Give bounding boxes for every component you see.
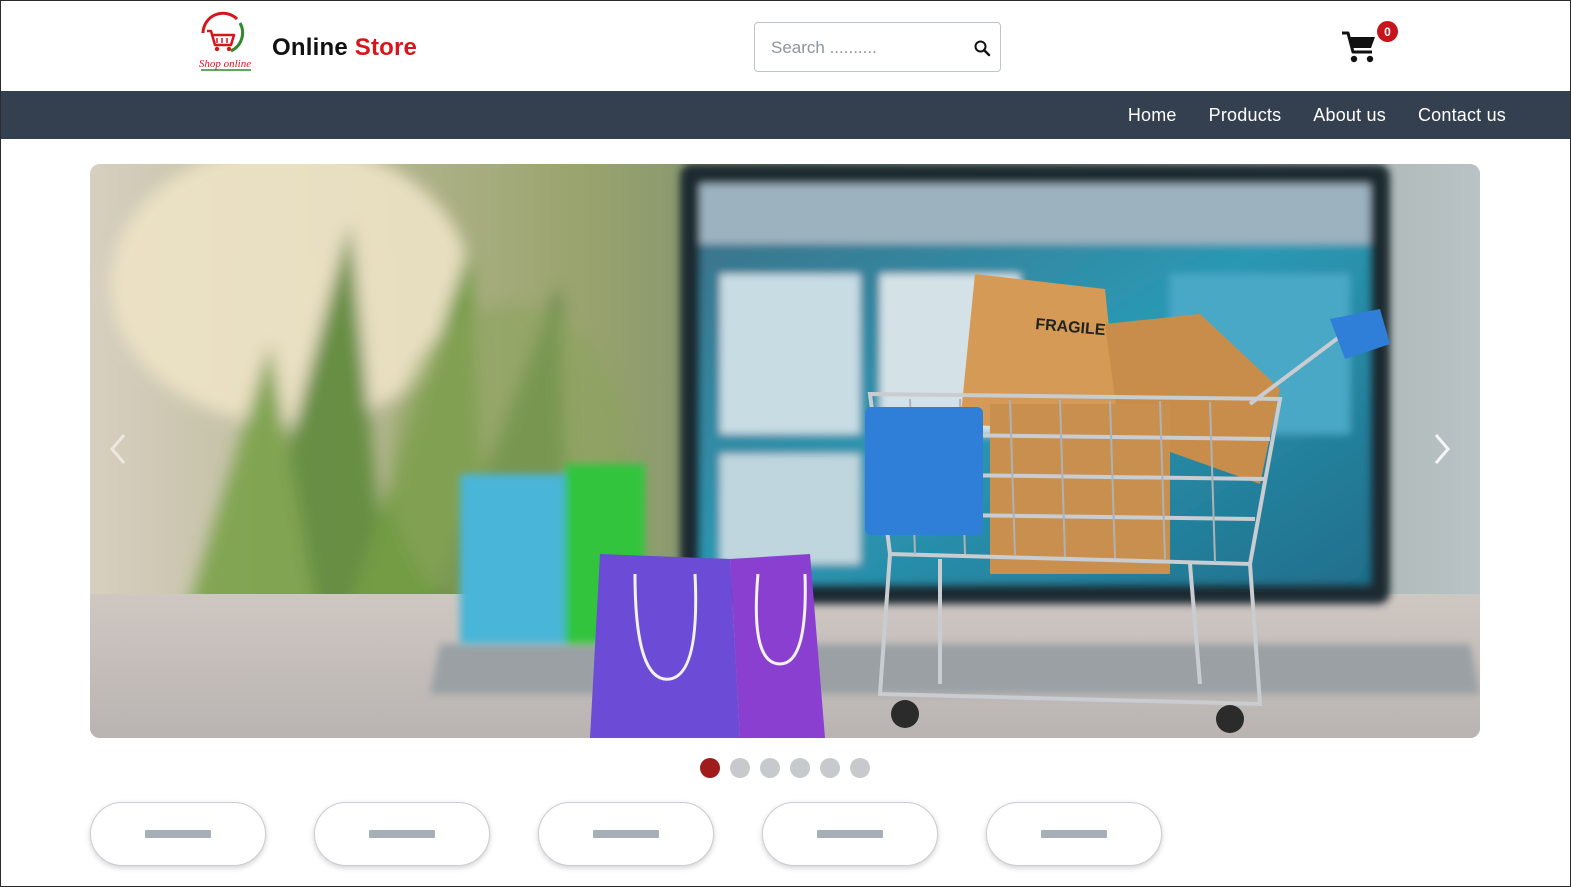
search-input[interactable] xyxy=(771,35,961,61)
category-pill[interactable] xyxy=(314,802,490,866)
chevron-left-icon xyxy=(108,432,128,471)
search-icon[interactable] xyxy=(970,36,994,60)
hero-banner-image: FRAGILE xyxy=(90,164,1480,738)
category-pill[interactable] xyxy=(762,802,938,866)
brand-title-part2: Store xyxy=(354,34,418,61)
store-logo[interactable]: Shop online xyxy=(193,11,257,73)
category-pill[interactable] xyxy=(90,802,266,866)
carousel-dot-5[interactable] xyxy=(820,758,840,778)
carousel-dot-6[interactable] xyxy=(850,758,870,778)
search-box xyxy=(754,22,1001,72)
cart-count-badge: 0 xyxy=(1377,21,1398,42)
carousel-indicators xyxy=(700,758,870,778)
carousel-next-button[interactable] xyxy=(1422,426,1462,476)
main-navbar: Home Products About us Contact us xyxy=(1,91,1570,139)
category-pills xyxy=(90,802,1162,866)
carousel-dot-2[interactable] xyxy=(730,758,750,778)
category-pill-placeholder xyxy=(1041,830,1107,838)
nav-products-link[interactable]: Products xyxy=(1209,105,1282,126)
category-pill-placeholder xyxy=(817,830,883,838)
nav-about-link[interactable]: About us xyxy=(1313,105,1386,126)
nav-home-link[interactable]: Home xyxy=(1128,105,1177,126)
carousel-dot-1[interactable] xyxy=(700,758,720,778)
logo-caption: Shop online xyxy=(199,58,251,70)
carousel-dot-4[interactable] xyxy=(790,758,810,778)
nav-links: Home Products About us Contact us xyxy=(1128,91,1506,139)
chevron-right-icon xyxy=(1432,432,1452,471)
hero-carousel[interactable]: FRAGILE xyxy=(90,164,1480,738)
nav-contact-link[interactable]: Contact us xyxy=(1418,105,1506,126)
brand-title[interactable]: Online Store xyxy=(272,34,417,62)
brand-title-part1: Online xyxy=(272,34,348,61)
carousel-prev-button[interactable] xyxy=(98,426,138,476)
category-pill-placeholder xyxy=(369,830,435,838)
shopping-cart-icon[interactable] xyxy=(1339,28,1379,66)
category-pill-placeholder xyxy=(145,830,211,838)
site-header: Shop online Online Store 0 xyxy=(1,1,1570,91)
category-pill[interactable] xyxy=(986,802,1162,866)
category-pill[interactable] xyxy=(538,802,714,866)
category-pill-placeholder xyxy=(593,830,659,838)
carousel-dot-3[interactable] xyxy=(760,758,780,778)
